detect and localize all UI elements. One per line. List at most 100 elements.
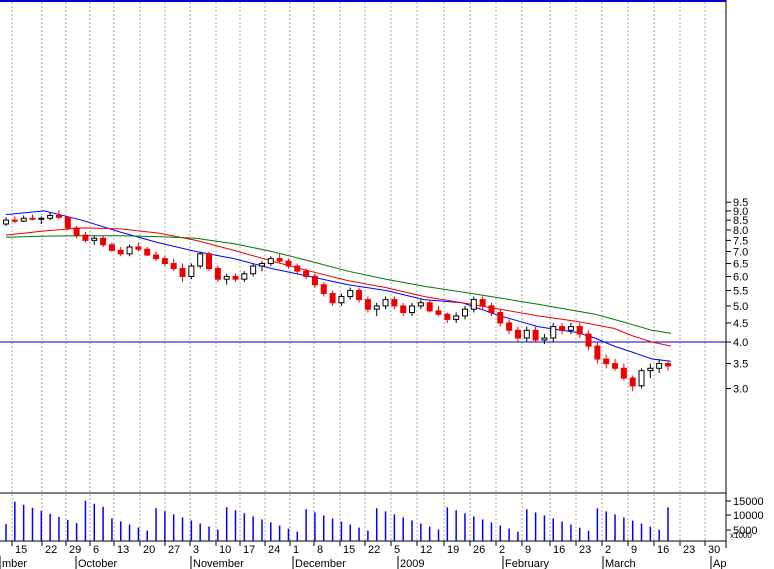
candle-body [188, 265, 195, 277]
candle-body [629, 377, 636, 387]
date-tick-label: 22 [45, 544, 57, 556]
date-tick-label: 16 [657, 544, 669, 556]
candle-body [603, 358, 610, 365]
candle-body [126, 246, 133, 255]
volume-tick-label: 15000 [733, 496, 764, 508]
candle-body [117, 249, 124, 255]
candle-body [356, 290, 363, 301]
date-tick-label: 16 [553, 544, 565, 556]
candle-body [329, 292, 336, 304]
candle-body [55, 214, 62, 218]
date-tick-label: 19 [447, 544, 459, 556]
volume-multiplier-label: x1000 [730, 531, 752, 540]
candle-body [197, 253, 204, 267]
candle-body [338, 296, 345, 304]
candle-body [285, 260, 292, 267]
date-tick-label: 13 [117, 544, 129, 556]
price-tick-label: 9.5 [733, 197, 748, 209]
candle-body [153, 254, 160, 260]
date-tick-label: 26 [473, 544, 485, 556]
month-label: Ap [713, 558, 726, 569]
candle-body [576, 326, 583, 335]
month-label: November [193, 558, 244, 569]
price-tick-label: 3.0 [733, 384, 748, 396]
candle-body [391, 299, 398, 307]
date-tick-label: 5 [394, 544, 400, 556]
chart-background [0, 0, 774, 569]
date-tick-label: 24 [268, 544, 280, 556]
candle-body [11, 219, 18, 222]
price-tick-label: 3.5 [733, 359, 748, 371]
candle-body [364, 299, 371, 310]
candle-body [461, 308, 468, 317]
date-tick-label: 9 [631, 544, 637, 556]
candle-body [100, 237, 107, 246]
candle-body [638, 370, 645, 387]
candle-body [373, 305, 380, 310]
date-tick-label: 2 [499, 544, 505, 556]
date-tick-label: 12 [420, 544, 432, 556]
month-label: March [605, 558, 636, 569]
date-tick-label: 1 [293, 544, 299, 556]
candle-body [267, 258, 274, 265]
candle-body [206, 253, 213, 270]
candle-body [497, 312, 504, 324]
candle-body [620, 367, 627, 379]
candle-body [161, 258, 168, 265]
stock-chart: 3.03.54.04.55.05.56.06.57.07.58.08.59.09… [0, 0, 774, 569]
candle-body [567, 326, 574, 331]
candle-body [665, 363, 671, 367]
candle-body [232, 275, 239, 280]
candle-body [47, 214, 54, 219]
candle-body [435, 310, 442, 315]
price-tick-label: 4.5 [733, 318, 748, 330]
date-tick-label: 15 [15, 544, 27, 556]
candle-body [320, 284, 327, 294]
candle-body [276, 258, 283, 262]
date-tick-label: 20 [143, 544, 155, 556]
candle-body [479, 299, 486, 307]
price-tick-label: 6.0 [733, 271, 748, 283]
date-tick-label: 15 [343, 544, 355, 556]
candle-body [29, 217, 36, 220]
candle-body [444, 313, 451, 320]
candle-body [453, 315, 460, 320]
candle-body [347, 290, 354, 298]
candle-body [241, 273, 248, 280]
date-tick-label: 23 [579, 544, 591, 556]
candle-body [311, 275, 318, 286]
candle-body [170, 263, 177, 270]
candle-body [426, 302, 433, 312]
date-tick-label: 2 [605, 544, 611, 556]
candle-body [585, 333, 592, 347]
volume-tick-label: 10000 [733, 510, 764, 522]
date-tick-label: 29 [69, 544, 81, 556]
month-label: 2009 [400, 558, 424, 569]
date-tick-label: 30 [708, 544, 720, 556]
candle-body [214, 268, 221, 280]
candle-body [250, 265, 257, 275]
candle-body [108, 244, 115, 251]
candle-body [73, 227, 80, 236]
candle-body [559, 326, 566, 331]
candle-body [647, 367, 654, 372]
candle-body [656, 363, 663, 369]
candle-body [532, 329, 539, 341]
candle-body [488, 305, 495, 314]
price-tick-label: 6.5 [733, 259, 748, 271]
candle-body [294, 265, 301, 272]
candle-body [3, 219, 9, 225]
date-tick-label: 22 [368, 544, 380, 556]
candle-body [303, 270, 310, 277]
month-label: mber [2, 558, 27, 569]
date-tick-label: 9 [525, 544, 531, 556]
candle-body [144, 248, 151, 256]
candle-body [506, 322, 513, 331]
candle-body [594, 345, 601, 360]
date-tick-label: 23 [683, 544, 695, 556]
date-tick-label: 10 [219, 544, 231, 556]
candle-body [20, 217, 27, 222]
month-label: October [78, 558, 117, 569]
candle-body [223, 275, 230, 280]
candle-body [417, 302, 424, 307]
